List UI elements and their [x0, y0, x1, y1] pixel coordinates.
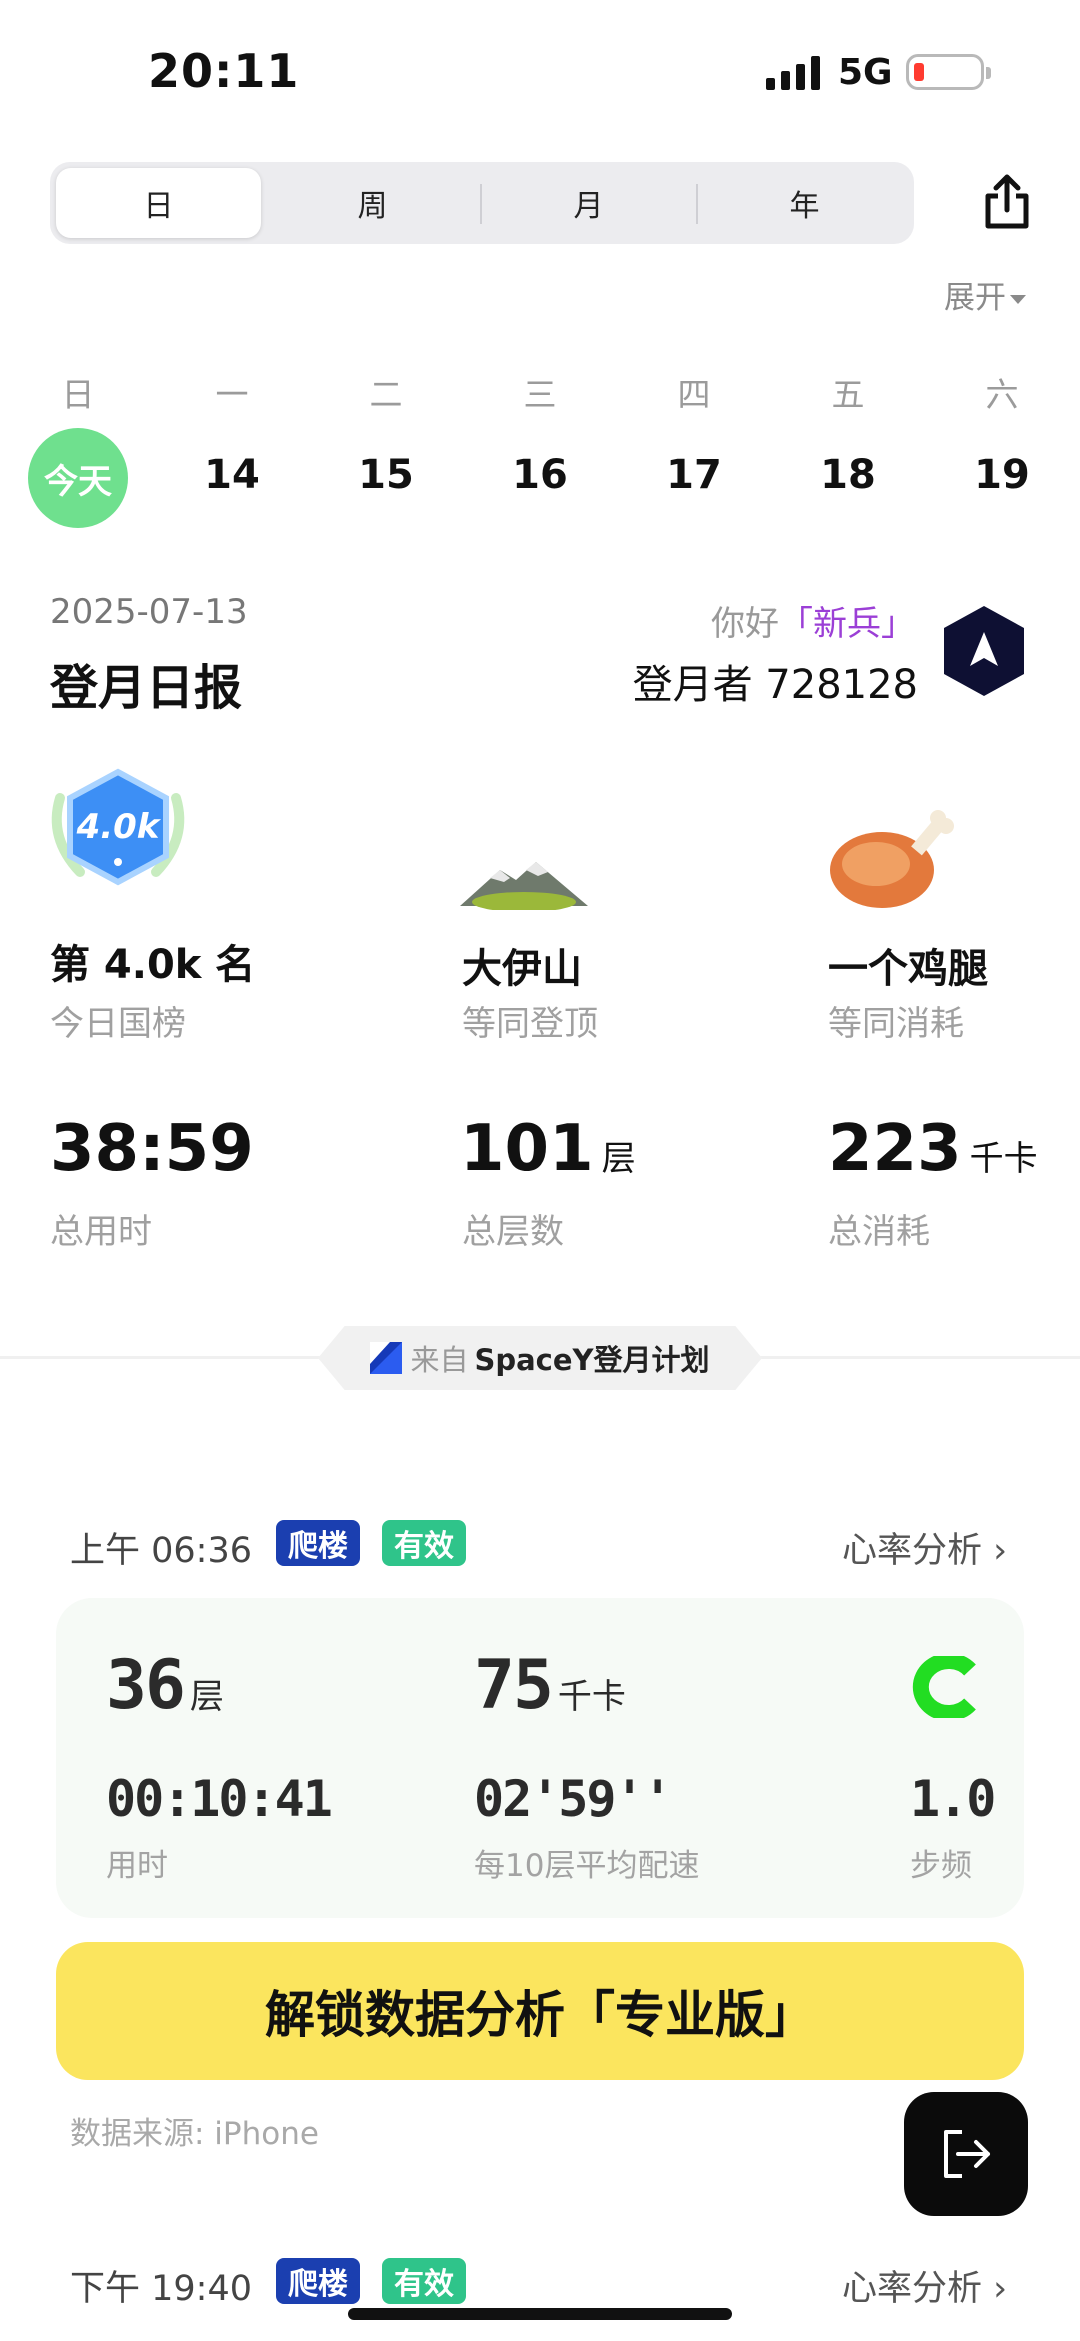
tab-month[interactable]: 月	[486, 168, 691, 238]
total-floors: 101 层	[460, 1112, 636, 1186]
total-calories: 223 千卡	[828, 1112, 1038, 1186]
record-floors-unit: 层	[189, 1677, 224, 1717]
mountain-icon	[460, 862, 588, 910]
chevron-right-icon: ›	[993, 1531, 1008, 1571]
record-time: 上午 06:36	[70, 1531, 252, 1571]
climb-tag: 爬楼	[276, 1520, 360, 1566]
day-19[interactable]: 19	[952, 452, 1052, 498]
weekday-label: 一	[215, 375, 249, 414]
record-duration-label: 用时	[106, 1848, 168, 1884]
record-calories-unit: 千卡	[557, 1677, 626, 1717]
c-logo-icon	[912, 1656, 976, 1718]
expand-toggle[interactable]: 展开	[944, 272, 1026, 317]
record-calories: 75 千卡	[474, 1646, 626, 1725]
record-cadence-label: 步频	[910, 1848, 972, 1884]
unlock-pro-button[interactable]: 解锁数据分析「专业版」	[56, 1942, 1024, 2080]
greeting-prefix: 你好	[711, 604, 779, 644]
total-duration-label: 总用时	[50, 1212, 152, 1252]
rank-badge-text: 4.0k	[76, 807, 162, 847]
food-title: 一个鸡腿	[828, 946, 988, 992]
weekday-label: 三	[523, 375, 557, 414]
chevron-right-icon: ›	[993, 2269, 1008, 2309]
status-time: 20:11	[148, 44, 300, 98]
heart-rate-label: 心率分析	[842, 1531, 983, 1571]
day-17[interactable]: 17	[644, 452, 744, 498]
total-floors-value: 101	[460, 1112, 594, 1186]
record-duration: 00:10:41	[106, 1770, 333, 1828]
day-18[interactable]: 18	[798, 452, 898, 498]
exit-button[interactable]	[904, 2092, 1028, 2216]
user-rank-name: 「新兵」	[779, 604, 915, 644]
valid-tag: 有效	[382, 1520, 466, 1566]
calories-unit: 千卡	[969, 1139, 1038, 1179]
rank-title: 第 4.0k 名	[50, 942, 256, 988]
climb-tag: 爬楼	[276, 2258, 360, 2304]
segment-divider	[696, 184, 698, 224]
day-15[interactable]: 15	[336, 452, 436, 498]
record-pace: 02'59''	[474, 1770, 673, 1828]
weekday-label: 四	[677, 375, 711, 414]
expand-label: 展开	[944, 280, 1006, 316]
exit-icon	[944, 2130, 990, 2178]
weekday-label: 六	[985, 375, 1019, 414]
valid-tag: 有效	[382, 2258, 466, 2304]
chicken-leg-icon	[830, 810, 954, 908]
heart-rate-link[interactable]: 心率分析 ›	[842, 2260, 1007, 2311]
heart-rate-label: 心率分析	[842, 2269, 983, 2309]
share-icon[interactable]	[978, 174, 1036, 232]
total-calories-value: 223	[828, 1112, 962, 1186]
source-pill: 来自 SpaceY登月计划	[318, 1326, 762, 1390]
caret-down-icon	[1010, 295, 1026, 304]
weekday-label: 日	[61, 375, 95, 414]
record-pace-label: 每10层平均配速	[474, 1848, 700, 1884]
record-calories-value: 75	[474, 1646, 554, 1725]
signal-icon	[766, 56, 820, 90]
period-segmented-control: 日 周 月 年	[50, 162, 914, 244]
segment-divider	[480, 184, 482, 224]
battery-icon	[906, 54, 991, 90]
total-floors-label: 总层数	[462, 1212, 564, 1252]
report-title: 登月日报	[50, 660, 243, 716]
total-duration: 38:59	[50, 1112, 254, 1186]
total-calories-label: 总消耗	[828, 1212, 930, 1252]
navigation-arrow-icon[interactable]	[942, 604, 1026, 698]
day-today[interactable]: 今天	[28, 428, 128, 528]
day-14[interactable]: 14	[182, 452, 282, 498]
day-16[interactable]: 16	[490, 452, 590, 498]
data-source-text: 数据来源: iPhone	[70, 2116, 319, 2152]
tab-day[interactable]: 日	[56, 168, 261, 238]
heart-rate-link[interactable]: 心率分析 ›	[842, 1522, 1007, 1573]
user-id: 登月者 728128	[632, 662, 918, 708]
network-label: 5G	[838, 52, 893, 93]
rank-subtitle: 今日国榜	[50, 1004, 186, 1044]
record-floors: 36 层	[106, 1646, 224, 1725]
floors-unit: 层	[601, 1139, 636, 1179]
tab-week[interactable]: 周	[270, 168, 475, 238]
source-from: 来自	[410, 1343, 469, 1377]
mountain-subtitle: 等同登顶	[462, 1004, 598, 1044]
rank-badge-icon: 4.0k	[51, 768, 185, 886]
weekday-label: 五	[831, 375, 865, 414]
spacey-logo-icon	[370, 1342, 403, 1374]
weekday-label: 二	[369, 375, 403, 414]
source-brand: SpaceY登月计划	[474, 1343, 710, 1377]
home-indicator[interactable]	[348, 2308, 732, 2320]
record-time: 下午 19:40	[70, 2269, 252, 2309]
greeting: 你好「新兵」	[711, 596, 915, 645]
report-date: 2025-07-13	[50, 592, 248, 632]
food-subtitle: 等同消耗	[828, 1004, 964, 1044]
record-floors-value: 36	[106, 1646, 186, 1725]
record-cadence: 1.0	[910, 1770, 996, 1828]
tab-year[interactable]: 年	[702, 168, 907, 238]
mountain-title: 大伊山	[462, 946, 582, 992]
